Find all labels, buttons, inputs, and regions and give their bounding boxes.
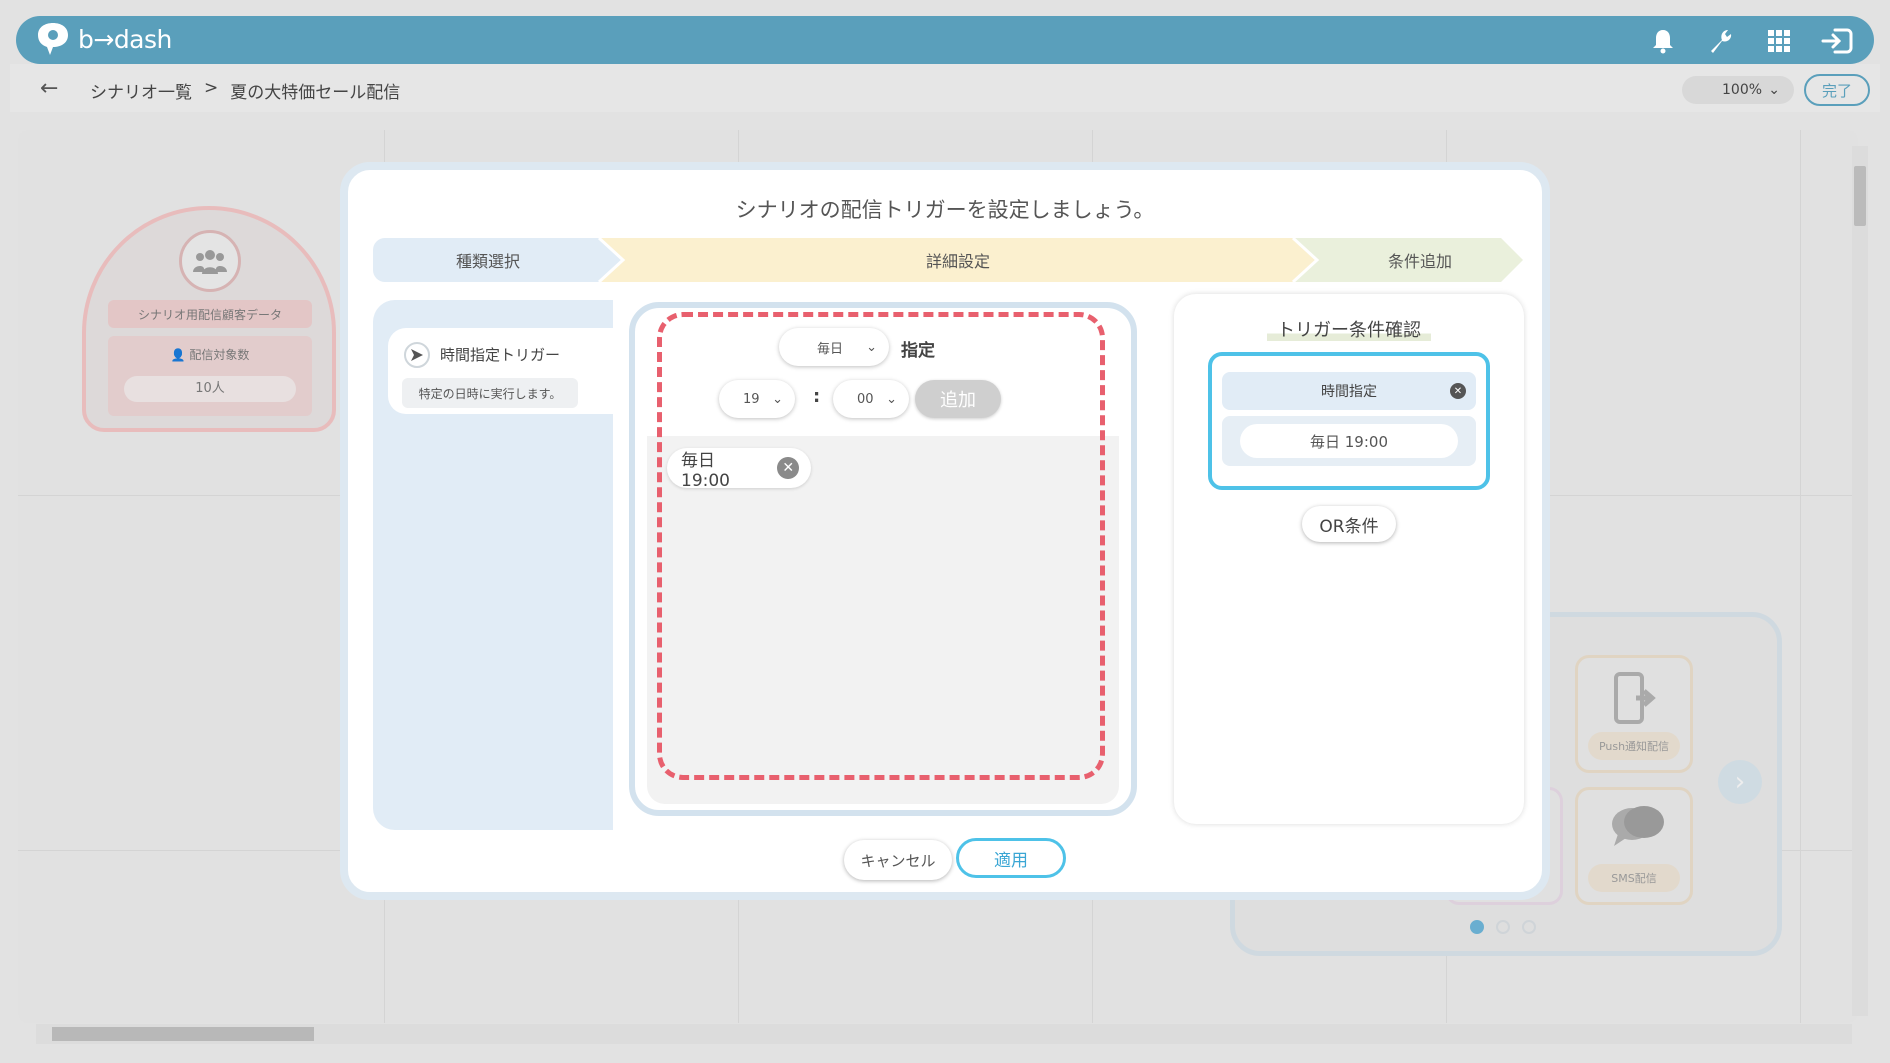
condition-type: 時間指定 (1321, 384, 1377, 400)
scheduled-times-list: 毎日 19:00 ✕ (647, 436, 1119, 804)
condition-header: 時間指定 ✕ (1222, 372, 1476, 410)
page-dot[interactable] (1470, 920, 1484, 934)
pagination-dots (1470, 920, 1536, 934)
node-value: 10人 (124, 376, 296, 402)
chevron-right-icon[interactable]: › (1718, 760, 1762, 804)
modal-title: シナリオの配信トリガーを設定しましょう。 (735, 198, 1155, 222)
chat-bubbles-icon (1610, 804, 1666, 852)
zoom-value: 100% (1722, 82, 1763, 98)
chevron-down-icon: ⌄ (772, 391, 783, 407)
bell-icon[interactable] (1646, 24, 1680, 58)
time-trigger-item[interactable]: 時間指定トリガー 特定の日時に実行します。 (388, 328, 613, 414)
hour-select[interactable]: 19 ⌄ (719, 380, 795, 418)
group-icon (179, 230, 241, 292)
wrench-icon[interactable] (1704, 24, 1738, 58)
trigger-type-list: 時間指定トリガー 特定の日時に実行します。 (373, 300, 613, 830)
person-icon: 👤 (170, 348, 190, 362)
send-arrow-icon (404, 342, 430, 368)
vertical-scrollbar[interactable] (1852, 146, 1868, 1016)
or-condition-button[interactable]: OR条件 (1302, 506, 1396, 542)
zoom-select[interactable]: 100% ⌄ (1682, 76, 1794, 104)
time-settings-inner: 毎日 ⌄ 指定 19 ⌄ : 00 ⌄ 追加 毎日 19:00 ✕ (629, 302, 1137, 816)
app-logo[interactable]: b→dash (34, 21, 172, 57)
phone-icon (1614, 672, 1658, 730)
breadcrumb-separator: > (204, 78, 219, 98)
page-dot[interactable] (1496, 920, 1510, 934)
trigger-description: 特定の日時に実行します。 (402, 378, 578, 408)
frequency-suffix: 指定 (901, 341, 935, 361)
time-colon: : (813, 386, 821, 407)
time-chip-label: 毎日 19:00 (681, 450, 730, 491)
push-card-label: Push通知配信 (1588, 732, 1680, 760)
remove-condition-icon[interactable]: ✕ (1450, 383, 1466, 399)
step-detail-settings[interactable]: 詳細設定 (623, 238, 1293, 282)
cancel-button[interactable]: キャンセル (844, 840, 952, 880)
confirm-title: トリガー条件確認 (1174, 316, 1524, 342)
push-card[interactable]: Push通知配信 (1575, 655, 1693, 773)
logo-text: b→dash (78, 24, 172, 54)
breadcrumb-current: 夏の大特価セール配信 (230, 83, 401, 103)
horizontal-scrollbar[interactable] (36, 1024, 1852, 1044)
breadcrumb-parent[interactable]: シナリオ一覧 (90, 78, 192, 103)
step-indicator: 種類選択 詳細設定 条件追加 (373, 238, 1523, 282)
time-chip: 毎日 19:00 ✕ (667, 448, 811, 491)
back-arrow-icon[interactable]: ← (40, 76, 58, 101)
grid-icon[interactable] (1762, 24, 1796, 58)
chevron-down-icon: ⌄ (1768, 82, 1780, 98)
condition-card: 時間指定 ✕ 毎日 19:00 (1208, 352, 1490, 490)
time-input-area: 毎日 ⌄ 指定 19 ⌄ : 00 ⌄ 追加 (647, 318, 1119, 436)
time-settings-panel: 毎日 ⌄ 指定 19 ⌄ : 00 ⌄ 追加 毎日 19:00 ✕ (613, 294, 1153, 824)
step-type-select[interactable]: 種類選択 (373, 238, 603, 282)
node-label: 👤 配信対象数 (170, 348, 250, 362)
trigger-confirm-panel: トリガー条件確認 時間指定 ✕ 毎日 19:00 OR条件 (1174, 294, 1524, 824)
add-time-button[interactable]: 追加 (915, 380, 1001, 418)
minute-select[interactable]: 00 ⌄ (833, 380, 909, 418)
top-header: b→dash (16, 16, 1874, 64)
minute-value: 00 (857, 391, 874, 407)
breadcrumb: シナリオ一覧 > 夏の大特価セール配信 (90, 78, 400, 103)
frequency-value: 毎日 (817, 341, 844, 357)
apply-button[interactable]: 適用 (956, 838, 1066, 878)
sms-card[interactable]: SMS配信 (1575, 787, 1693, 905)
trigger-name: 時間指定トリガー (440, 346, 561, 364)
trigger-settings-modal: シナリオの配信トリガーを設定しましょう。 種類選択 詳細設定 条件追加 時間指定… (340, 162, 1550, 900)
scrollbar-thumb[interactable] (52, 1027, 314, 1041)
node-title: シナリオ用配信顧客データ (108, 300, 312, 328)
chevron-down-icon: ⌄ (866, 339, 877, 355)
logout-icon[interactable] (1820, 24, 1854, 58)
hour-value: 19 (743, 391, 760, 407)
condition-value: 毎日 19:00 (1240, 424, 1458, 458)
node-body: 👤 配信対象数 10人 (108, 336, 312, 416)
grid-line (1800, 130, 1801, 1023)
sms-card-label: SMS配信 (1588, 864, 1680, 892)
sub-toolbar: ← シナリオ一覧 > 夏の大特価セール配信 100% ⌄ 完了 (10, 64, 1880, 112)
remove-chip-icon[interactable]: ✕ (777, 457, 799, 479)
chevron-down-icon: ⌄ (886, 391, 897, 407)
frequency-select[interactable]: 毎日 ⌄ (779, 328, 889, 366)
scrollbar-thumb[interactable] (1854, 166, 1866, 226)
condition-body: 毎日 19:00 (1222, 416, 1476, 466)
done-button[interactable]: 完了 (1804, 74, 1870, 106)
step-add-condition[interactable]: 条件追加 (1317, 238, 1523, 282)
page-dot[interactable] (1522, 920, 1536, 934)
logo-bubble-icon (34, 21, 72, 57)
